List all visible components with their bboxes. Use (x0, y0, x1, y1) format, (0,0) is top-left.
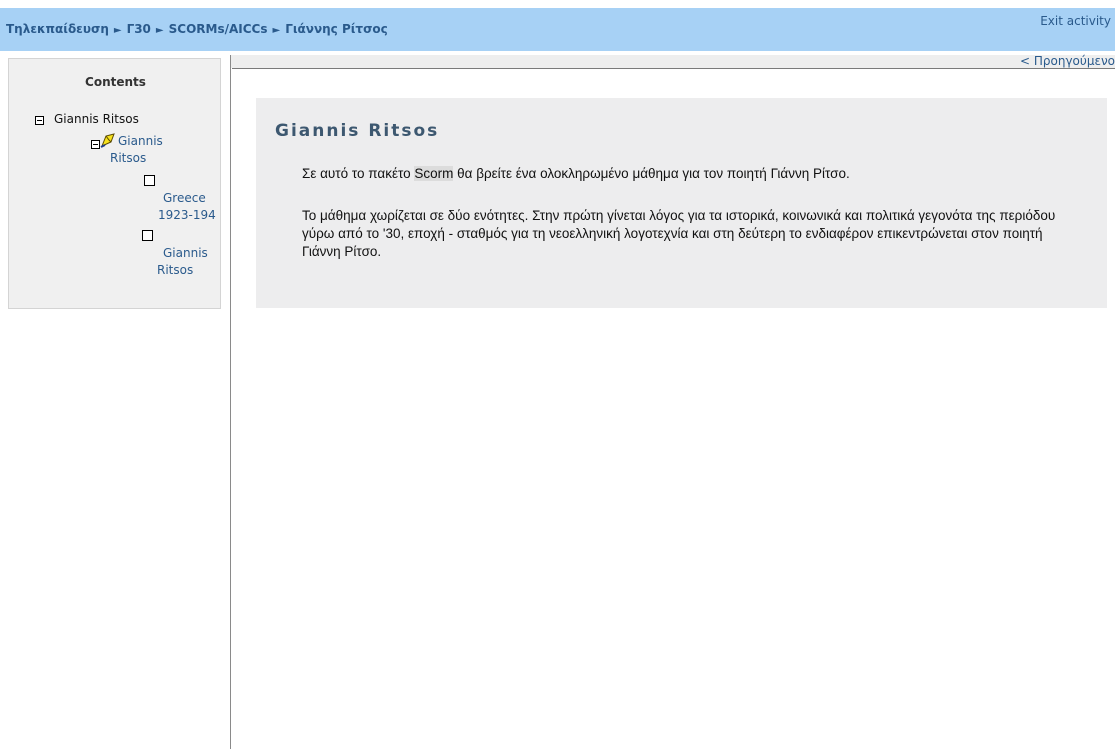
tree-item-ritsos-link[interactable]: Giannis (163, 245, 208, 261)
description-paragraph: Το μάθημα χωρίζεται σε δύο ενότητες. Στη… (302, 208, 1056, 259)
breadcrumb-separator-icon: ► (113, 25, 122, 36)
contents-title: Contents (85, 75, 146, 89)
status-notattempted-icon (142, 230, 153, 241)
tree-child-link-line2[interactable]: Ritsos (110, 150, 146, 166)
collapse-root-icon[interactable] (35, 116, 44, 125)
collapse-child-icon[interactable] (91, 140, 100, 149)
breadcrumb-separator-icon: ► (155, 25, 164, 36)
navigation-strip (231, 55, 1115, 68)
breadcrumb-scorms-link[interactable]: SCORMs/AICCs (169, 22, 268, 36)
tree-item-greece-link-line2[interactable]: 1923-194 (158, 207, 216, 223)
intro-paragraph: Σε αυτό το πακέτο Scorm θα βρείτε ένα ολ… (302, 166, 850, 181)
scorm-highlight: Scorm (414, 166, 454, 181)
breadcrumb-home-link[interactable]: Τηλεκπαίδευση (6, 22, 109, 36)
tree-item-greece-link[interactable]: Greece (163, 190, 206, 206)
content-title: Giannis Ritsos (275, 121, 440, 141)
breadcrumb-activity-link[interactable]: Γιάννης Ρίτσος (285, 22, 388, 36)
breadcrumb-course-link[interactable]: Γ30 (127, 22, 151, 36)
tree-item-ritsos-link-line2[interactable]: Ritsos (157, 262, 193, 278)
tree-child-link[interactable]: Giannis (118, 133, 163, 149)
scorm-package-icon (100, 133, 115, 148)
exit-activity-link[interactable]: Exit activity (1040, 14, 1111, 28)
page: Τηλεκπαίδευση ► Γ30 ► SCORMs/AICCs ► Γιάννης Ρ… (0, 0, 1115, 749)
status-notattempted-icon (144, 175, 155, 186)
header-bar: Τηλεκπαίδευση ► Γ30 ► SCORMs/AICCs ► Γιάννης Ρ… (0, 8, 1115, 51)
breadcrumb: Τηλεκπαίδευση ► Γ30 ► SCORMs/AICCs ► Γιάννης Ρ… (6, 22, 388, 36)
breadcrumb-separator-icon: ► (272, 25, 281, 36)
tree-root-label: Giannis Ritsos (54, 112, 139, 126)
previous-link[interactable]: < Προηγούμενο (1020, 54, 1115, 68)
